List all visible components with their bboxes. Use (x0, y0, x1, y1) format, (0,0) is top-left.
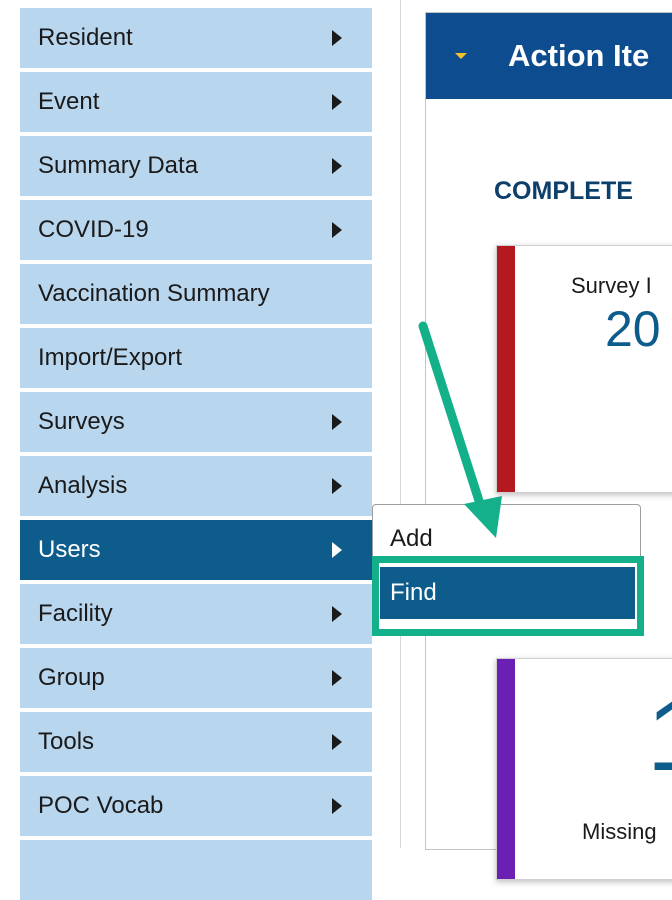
chevron-right-icon (332, 478, 342, 494)
chevron-right-icon (332, 606, 342, 622)
section-title: COMPLETE (494, 177, 633, 205)
chevron-right-icon (332, 670, 342, 686)
sidebar-item-tools[interactable]: Tools (20, 712, 372, 772)
sidebar-item-poc-vocab[interactable]: POC Vocab (20, 776, 372, 836)
sidebar-item-covid-19[interactable]: COVID-19 (20, 200, 372, 260)
chevron-right-icon (332, 798, 342, 814)
chevron-right-icon (332, 222, 342, 238)
sidebar-item-label: Facility (38, 600, 113, 627)
sidebar-item-label: POC Vocab (38, 792, 164, 819)
sidebar-item-label: Group (38, 664, 105, 691)
sidebar-item-vaccination-summary[interactable]: Vaccination Summary (20, 264, 372, 324)
sidebar-item-next[interactable] (20, 840, 372, 900)
divider (400, 0, 401, 848)
chevron-right-icon (332, 158, 342, 174)
sidebar-item-analysis[interactable]: Analysis (20, 456, 372, 516)
sidebar-item-label: Summary Data (38, 152, 199, 179)
card-stripe (497, 659, 515, 879)
caret-down-icon[interactable] (455, 53, 467, 59)
sidebar-item-group[interactable]: Group (20, 648, 372, 708)
chevron-right-icon (332, 542, 342, 558)
missing-card[interactable]: 1 Missing (496, 658, 672, 880)
submenu-item-label: Find (390, 579, 437, 606)
sidebar-item-summary-data[interactable]: Summary Data (20, 136, 372, 196)
submenu-item-add[interactable]: Add (380, 513, 635, 565)
survey-card[interactable]: Survey I 20 (496, 245, 672, 493)
chevron-right-icon (332, 94, 342, 110)
card-value: 1 (647, 679, 672, 794)
action-items-panel: Action Ite COMPLETE Survey I 20 1 Missin… (425, 12, 672, 880)
sidebar-item-event[interactable]: Event (20, 72, 372, 132)
panel-header[interactable]: Action Ite (426, 13, 672, 99)
sidebar-item-label: Analysis (38, 472, 128, 499)
card-stripe (497, 246, 515, 492)
panel-title: Action Ite (508, 38, 650, 73)
card-label: Survey I (571, 273, 652, 298)
sidebar-item-label: Import/Export (38, 344, 183, 371)
sidebar-item-label: Surveys (38, 408, 125, 435)
sidebar-item-label: Vaccination Summary (38, 280, 270, 307)
sidebar-item-label: COVID-19 (38, 216, 149, 243)
sidebar-item-label: Tools (38, 728, 95, 755)
submenu-item-find[interactable]: Find (380, 567, 635, 619)
card-label: Missing (582, 819, 657, 844)
sidebar-item-label: Event (38, 88, 100, 115)
chevron-right-icon (332, 414, 342, 430)
sidebar: Resident Event Summary Data COVID-19 Vac… (0, 0, 380, 900)
sidebar-item-label: Resident (38, 24, 133, 51)
chevron-right-icon (332, 30, 342, 46)
sidebar-item-surveys[interactable]: Surveys (20, 392, 372, 452)
submenu-item-label: Add (390, 525, 433, 552)
sidebar-item-facility[interactable]: Facility (20, 584, 372, 644)
chevron-right-icon (332, 734, 342, 750)
card-value: 20 (605, 301, 661, 357)
sidebar-item-resident[interactable]: Resident (20, 8, 372, 68)
sidebar-item-label: Users (38, 536, 101, 563)
sidebar-item-import-export[interactable]: Import/Export (20, 328, 372, 388)
sidebar-item-users[interactable]: Users (20, 520, 372, 580)
users-submenu: Add Find (372, 504, 641, 634)
